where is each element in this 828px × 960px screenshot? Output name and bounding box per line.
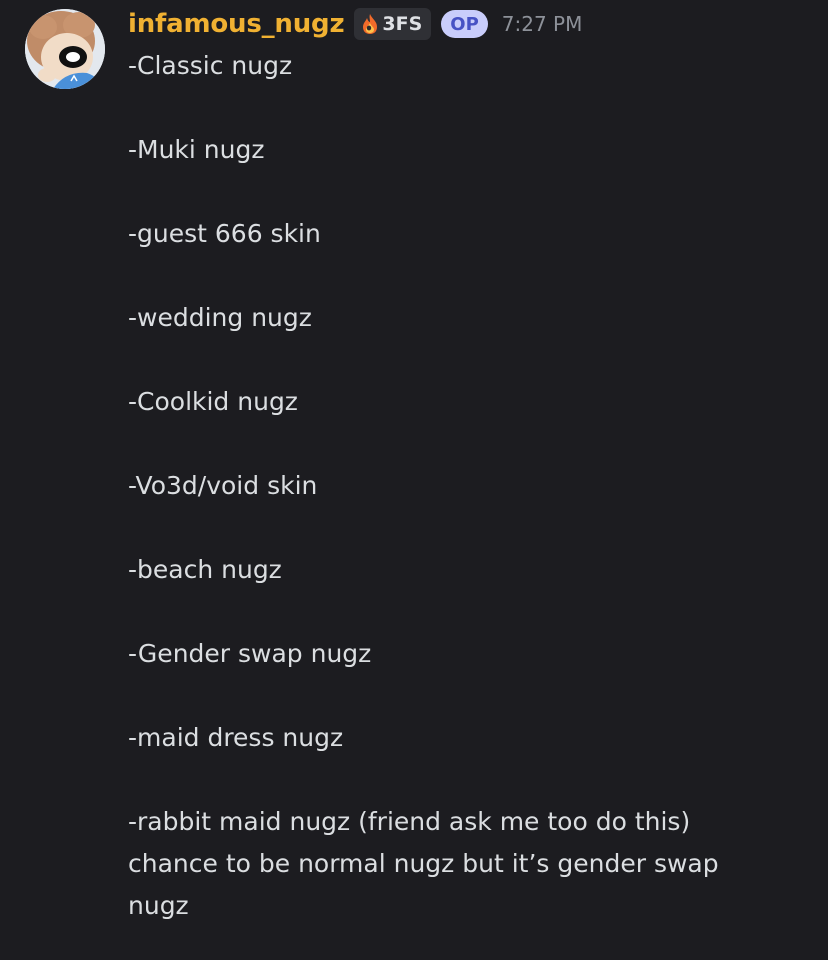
message-line: -Vo3d/void skin xyxy=(128,471,318,500)
message-line: -maid dress nugz xyxy=(128,723,344,752)
fire-icon xyxy=(360,13,380,35)
message-line: -Gender swap nugz xyxy=(128,639,372,668)
timestamp[interactable]: 7:27 PM xyxy=(502,12,583,36)
message-line: -beach nugz xyxy=(128,555,282,584)
message-line: nugz xyxy=(128,891,189,920)
message-line: -Classic nugz xyxy=(128,51,293,80)
message-line: -wedding nugz xyxy=(128,303,312,332)
message-line: chance to be normal nugz but it’s gender… xyxy=(128,849,719,878)
guild-tag[interactable]: 3FS xyxy=(354,8,432,40)
avatar-icon xyxy=(25,9,105,89)
guild-tag-label: 3FS xyxy=(382,13,423,35)
message-line: -guest 666 skin xyxy=(128,219,321,248)
message-line: -rabbit maid nugz (friend ask me too do … xyxy=(128,807,691,836)
avatar[interactable] xyxy=(25,9,105,89)
message-content: -Classic nugz -Muki nugz -guest 666 skin… xyxy=(128,45,808,927)
username[interactable]: infamous_nugz xyxy=(128,9,345,39)
chat-message: infamous_nugz 3FS OP 7:27 PM -Classic nu… xyxy=(0,0,828,960)
message-line: -Coolkid nugz xyxy=(128,387,298,416)
op-badge: OP xyxy=(441,10,488,38)
message-line: -Muki nugz xyxy=(128,135,265,164)
message-header: infamous_nugz 3FS OP 7:27 PM xyxy=(128,4,582,44)
